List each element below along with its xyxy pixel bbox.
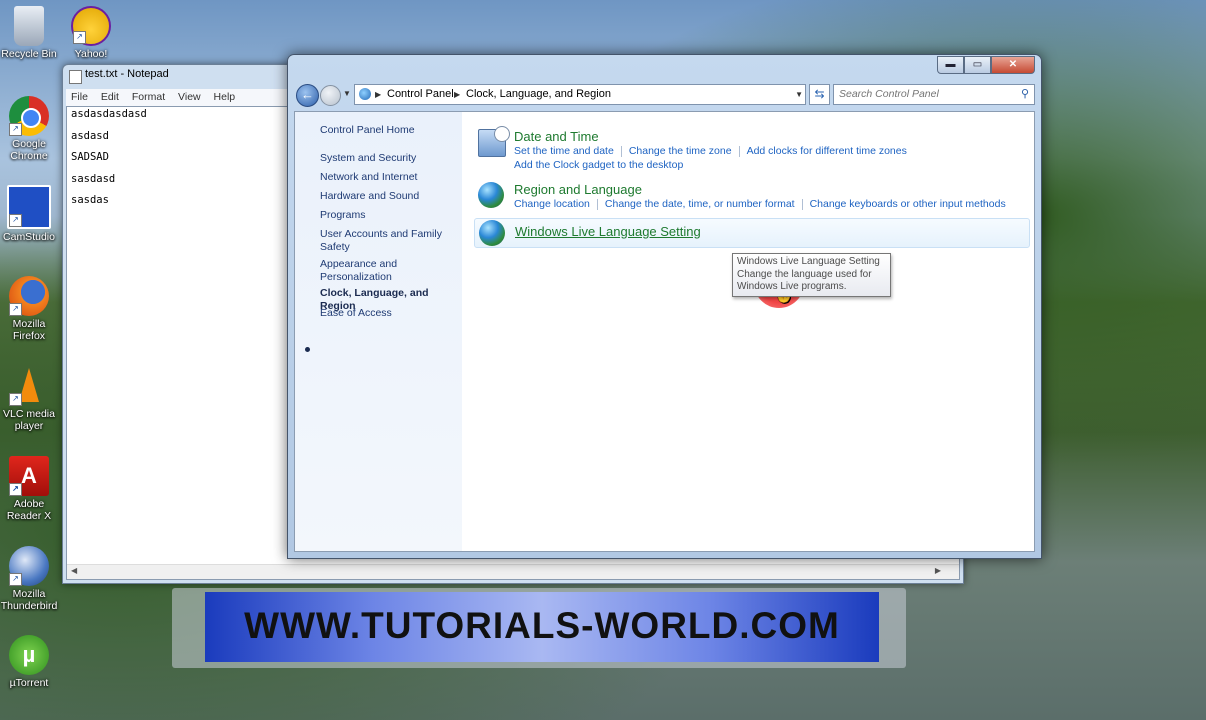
region-language-heading[interactable]: Region and Language — [514, 182, 642, 197]
active-bullet-icon — [305, 347, 310, 352]
link-add-clock-gadget[interactable]: Add the Clock gadget to the desktop — [514, 159, 683, 171]
tooltip-body: Change the language used for Windows Liv… — [737, 268, 872, 293]
recent-pages-dropdown-icon[interactable]: ▼ — [343, 89, 351, 98]
menu-view[interactable]: View — [173, 89, 206, 105]
menu-format[interactable]: Format — [127, 89, 170, 105]
desktop-icon-chrome[interactable]: ↗ Google Chrome — [0, 96, 58, 162]
sidebar-item-hardware[interactable]: Hardware and Sound — [320, 190, 455, 203]
desktop-icon-label: Recycle Bin — [1, 48, 57, 60]
desktop-icon-label: CamStudio — [3, 231, 55, 243]
breadcrumb-arrow-icon[interactable]: ▶ — [375, 85, 381, 104]
sidebar: Control Panel Home System and Security N… — [295, 112, 462, 551]
globe-clock-icon — [478, 182, 504, 208]
firefox-icon: ↗ — [9, 276, 49, 316]
tooltip-title: Windows Live Language Setting — [737, 256, 880, 267]
sidebar-item-ease-of-access[interactable]: Ease of Access — [320, 307, 455, 320]
desktop-icon-firefox[interactable]: ↗ Mozilla Firefox — [0, 276, 58, 342]
adobe-reader-icon: A ↗ — [9, 456, 49, 496]
globe-icon — [479, 220, 505, 246]
breadcrumb-control-panel[interactable]: Control Panel — [387, 85, 454, 104]
region-language-links: Change location Change the date, time, or… — [514, 198, 1006, 210]
desktop-icon-thunderbird[interactable]: ↗ Mozilla Thunderbird — [0, 546, 58, 612]
notepad-title: test.txt - Notepad — [85, 68, 169, 80]
control-panel-content: Control Panel Home System and Security N… — [294, 111, 1035, 552]
desktop-icon-adobe-reader[interactable]: A ↗ Adobe Reader X — [0, 456, 58, 522]
address-bar[interactable]: ▶ Control Panel ▶ Clock, Language, and R… — [354, 84, 806, 105]
sidebar-item-programs[interactable]: Programs — [320, 209, 455, 222]
link-change-keyboards[interactable]: Change keyboards or other input methods — [810, 198, 1006, 210]
date-time-links-row2: Add the Clock gadget to the desktop — [514, 159, 683, 171]
forward-button[interactable] — [320, 85, 341, 106]
watermark-inner: WWW.TUTORIALS-WORLD.COM — [205, 592, 879, 662]
back-button[interactable]: ← — [296, 84, 319, 107]
date-time-heading[interactable]: Date and Time — [514, 129, 599, 144]
calendar-clock-icon — [478, 126, 510, 157]
thunderbird-icon: ↗ — [9, 546, 49, 586]
desktop-icon-label: Mozilla Firefox — [12, 318, 46, 342]
sidebar-item-user-accounts[interactable]: User Accounts and Family Safety — [320, 228, 455, 253]
recycle-bin-icon — [14, 6, 44, 46]
control-panel-window[interactable]: ▬ ▭ ✕ ← ▼ ▶ Control Panel ▶ Clock, Langu… — [287, 54, 1042, 559]
window-caption-buttons: ▬ ▭ ✕ — [937, 56, 1035, 74]
desktop-icon-camstudio[interactable]: ↗ CamStudio — [0, 185, 58, 243]
link-add-clocks[interactable]: Add clocks for different time zones — [747, 145, 907, 157]
camstudio-icon: ↗ — [7, 185, 51, 229]
tooltip: Windows Live Language Setting Change the… — [732, 253, 891, 297]
desktop-icon-label: µTorrent — [9, 677, 49, 689]
menu-edit[interactable]: Edit — [96, 89, 124, 105]
search-box[interactable]: ⚲ — [833, 84, 1035, 105]
link-set-time-date[interactable]: Set the time and date — [514, 145, 614, 157]
watermark-text: WWW.TUTORIALS-WORLD.COM — [244, 605, 840, 646]
desktop-icon-yahoo[interactable]: ↗ Yahoo! — [62, 6, 120, 60]
windows-live-language-heading[interactable]: Windows Live Language Setting — [515, 224, 701, 239]
yahoo-icon: ↗ — [71, 6, 111, 46]
minimize-button[interactable]: ▬ — [937, 56, 964, 74]
scroll-left-arrow-icon[interactable]: ◀ — [71, 566, 77, 575]
category-windows-live-language[interactable]: Windows Live Language Setting — [474, 218, 1030, 248]
scroll-right-arrow-icon[interactable]: ▶ — [935, 566, 941, 575]
search-icon[interactable]: ⚲ — [1021, 87, 1029, 100]
address-dropdown-icon[interactable]: ▼ — [795, 85, 803, 104]
close-button[interactable]: ✕ — [991, 56, 1035, 74]
desktop-icon-label: Mozilla Thunderbird — [0, 588, 58, 612]
sidebar-item-system-security[interactable]: System and Security — [320, 152, 455, 165]
link-change-format[interactable]: Change the date, time, or number format — [605, 198, 795, 210]
link-change-location[interactable]: Change location — [514, 198, 590, 210]
vlc-cone-icon: ↗ — [9, 366, 49, 406]
desktop-icon-recycle-bin[interactable]: Recycle Bin — [0, 6, 58, 60]
desktop-icon-label: VLC media player — [3, 408, 55, 432]
category-region-language: Region and Language Change location Chang… — [474, 182, 1030, 212]
breadcrumb-arrow-icon[interactable]: ▶ — [454, 85, 460, 104]
notepad-app-icon — [69, 70, 82, 84]
utorrent-icon: µ — [9, 635, 49, 675]
desktop-icon-label: Adobe Reader X — [6, 498, 52, 522]
search-input[interactable] — [834, 85, 1009, 102]
sidebar-item-network[interactable]: Network and Internet — [320, 171, 455, 184]
refresh-button[interactable]: ⇆ — [809, 84, 830, 105]
desktop-icon-vlc[interactable]: ↗ VLC media player — [0, 366, 58, 432]
main-pane: Date and Time Set the time and date Chang… — [462, 112, 1034, 551]
desktop-icon-label: Google Chrome — [10, 138, 48, 162]
desktop-icon-utorrent[interactable]: µ µTorrent — [0, 635, 58, 689]
link-change-time-zone[interactable]: Change the time zone — [629, 145, 732, 157]
menu-help[interactable]: Help — [209, 89, 241, 105]
date-time-links: Set the time and date Change the time zon… — [514, 145, 907, 157]
breadcrumb-current[interactable]: Clock, Language, and Region — [466, 85, 611, 104]
desktop-icon-label: Yahoo! — [74, 48, 108, 60]
sidebar-item-appearance[interactable]: Appearance and Personalization — [320, 258, 455, 283]
watermark-banner: WWW.TUTORIALS-WORLD.COM — [172, 588, 906, 668]
sidebar-item-home[interactable]: Control Panel Home — [320, 124, 455, 137]
menu-file[interactable]: File — [66, 89, 93, 105]
control-panel-icon — [359, 88, 371, 100]
chrome-icon: ↗ — [9, 96, 49, 136]
maximize-button[interactable]: ▭ — [964, 56, 991, 74]
category-date-time: Date and Time Set the time and date Chang… — [474, 126, 1030, 171]
navigation-bar: ← ▼ ▶ Control Panel ▶ Clock, Language, a… — [296, 84, 1035, 107]
horizontal-scrollbar[interactable]: ◀ ▶ — [67, 564, 959, 579]
